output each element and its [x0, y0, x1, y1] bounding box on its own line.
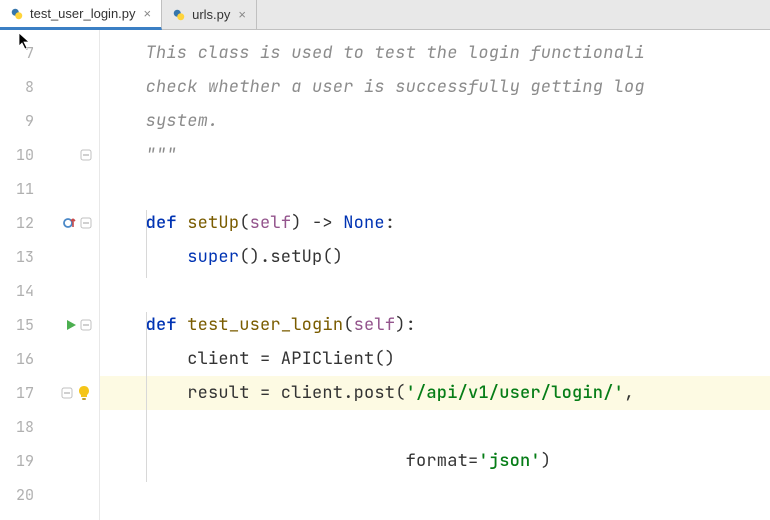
code-line[interactable]: system. [100, 104, 770, 138]
indent-guide [146, 312, 147, 482]
tab-bar: test_user_login.py × urls.py × [0, 0, 770, 30]
close-icon[interactable]: × [142, 6, 154, 21]
tab-test-user-login[interactable]: test_user_login.py × [0, 0, 162, 30]
code-line[interactable]: client = APIClient() [100, 342, 770, 376]
line-number: 19 [0, 451, 40, 471]
fold-icon[interactable] [80, 149, 92, 161]
cursor-icon [18, 32, 32, 50]
override-icon[interactable] [63, 216, 77, 230]
code-line[interactable]: def setUp(self) -> None: [100, 206, 770, 240]
code-line-current[interactable]: result = client.post('/api/v1/user/login… [100, 376, 770, 410]
line-number: 14 [0, 281, 40, 301]
line-number: 15 [0, 315, 40, 335]
code-line[interactable]: """ [100, 138, 770, 172]
code-line[interactable] [100, 410, 770, 444]
code-line[interactable] [100, 274, 770, 308]
code-area[interactable]: This class is used to test the login fun… [100, 30, 770, 520]
code-line[interactable]: This class is used to test the login fun… [100, 36, 770, 70]
tab-label: urls.py [192, 7, 230, 22]
tab-label: test_user_login.py [30, 6, 136, 21]
code-line[interactable]: def test_user_login(self): [100, 308, 770, 342]
code-line[interactable]: check whether a user is successfully get… [100, 70, 770, 104]
run-icon[interactable] [65, 319, 77, 331]
fold-icon[interactable] [80, 319, 92, 331]
line-number: 11 [0, 179, 40, 199]
intention-bulb-icon[interactable] [76, 385, 92, 401]
fold-icon[interactable] [61, 387, 73, 399]
code-line[interactable] [100, 172, 770, 206]
line-number: 18 [0, 417, 40, 437]
editor: 7 8 9 10 11 12 13 14 15 16 17 [0, 30, 770, 520]
line-number: 20 [0, 485, 40, 505]
code-line[interactable] [100, 478, 770, 512]
line-number: 16 [0, 349, 40, 369]
python-file-icon [172, 8, 186, 22]
gutter: 7 8 9 10 11 12 13 14 15 16 17 [0, 30, 100, 520]
line-number: 12 [0, 213, 40, 233]
indent-guide [146, 210, 147, 278]
fold-icon[interactable] [80, 217, 92, 229]
tab-urls[interactable]: urls.py × [162, 0, 257, 29]
close-icon[interactable]: × [236, 7, 248, 22]
line-number: 10 [0, 145, 40, 165]
line-number: 9 [0, 111, 40, 131]
line-number: 17 [0, 383, 40, 403]
line-number: 13 [0, 247, 40, 267]
python-file-icon [10, 7, 24, 21]
code-line[interactable]: format='json') [100, 444, 770, 478]
line-number: 8 [0, 77, 40, 97]
code-line[interactable]: super().setUp() [100, 240, 770, 274]
